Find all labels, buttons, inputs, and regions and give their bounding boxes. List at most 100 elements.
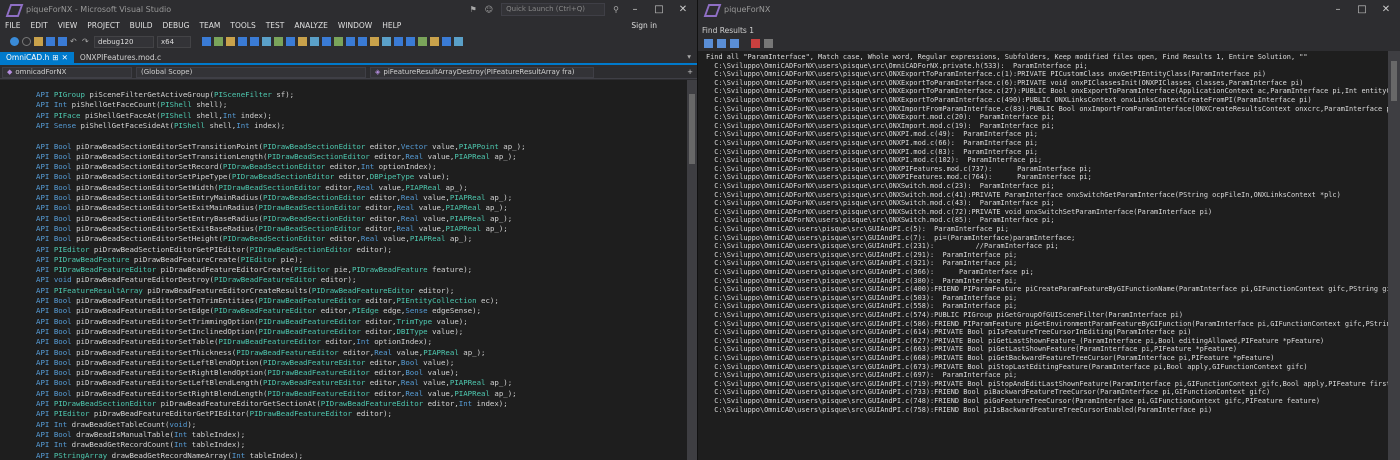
find-result-line[interactable]: C:\Sviluppo\OmniCAD\users\pisque\src\GUI… — [706, 406, 1212, 414]
find-result-line[interactable]: C:\Sviluppo\OmniCADForNX\users\pisque\sr… — [706, 199, 1054, 207]
toolbar-tool-icon[interactable] — [454, 37, 463, 46]
find-results-list[interactable]: Find all "ParamInterface", Match case, W… — [698, 51, 1388, 460]
find-result-line[interactable]: C:\Sviluppo\OmniCAD\users\pisque\src\GUI… — [706, 388, 1270, 396]
back-icon[interactable] — [10, 37, 19, 46]
find-result-line[interactable]: C:\Sviluppo\OmniCAD\users\pisque\src\GUI… — [706, 277, 1017, 285]
scrollbar-thumb[interactable] — [1391, 61, 1397, 101]
stop-find-icon[interactable] — [764, 39, 773, 48]
toolbar-tool-icon[interactable] — [310, 37, 319, 46]
code-line[interactable]: API Bool drawBeadIsManualTable(Int table… — [36, 430, 245, 440]
code-line[interactable]: API PIDrawBeadFeature piDrawBeadFeatureC… — [36, 255, 303, 265]
find-result-line[interactable]: C:\Sviluppo\OmniCAD\users\pisque\src\GUI… — [706, 311, 1183, 319]
code-line[interactable]: API Bool piDrawBeadSectionEditorSetExitB… — [36, 224, 508, 234]
menu-item[interactable]: FILE — [0, 21, 25, 30]
find-result-line[interactable]: Find all "ParamInterface", Match case, W… — [706, 53, 1308, 61]
find-result-line[interactable]: C:\Sviluppo\OmniCADForNX\users\pisque\sr… — [706, 122, 1054, 130]
find-result-line[interactable]: C:\Sviluppo\OmniCADForNX\users\pisque\sr… — [706, 105, 1388, 113]
code-line[interactable]: API Bool piDrawBeadSectionEditorSetRecor… — [36, 162, 437, 172]
find-result-line[interactable]: C:\Sviluppo\OmniCAD\users\pisque\src\GUI… — [706, 345, 1237, 353]
code-line[interactable]: API PIFeatureResultArray piDrawBeadFeatu… — [36, 286, 454, 296]
close-icon[interactable]: ✕ — [62, 53, 68, 62]
code-line[interactable]: API Bool piDrawBeadSectionEditorSetWidth… — [36, 183, 468, 193]
save-icon[interactable] — [46, 37, 55, 46]
global-scope-select[interactable]: (Global Scope) — [136, 66, 366, 78]
find-result-line[interactable]: C:\Sviluppo\OmniCADForNX\users\pisque\sr… — [706, 148, 1038, 156]
menu-item[interactable]: WINDOW — [333, 21, 377, 30]
toolbar-tool-icon[interactable] — [430, 37, 439, 46]
notification-flag-icon[interactable]: ⚑ — [470, 5, 477, 14]
toolbar-tool-icon[interactable] — [262, 37, 271, 46]
code-line[interactable]: API Bool piDrawBeadSectionEditorSetExitM… — [36, 203, 508, 213]
menu-item[interactable]: BUILD — [125, 21, 158, 30]
code-line[interactable]: API Bool piDrawBeadFeatureEditorSetLeftB… — [36, 358, 454, 368]
find-result-line[interactable]: C:\Sviluppo\OmniCADForNX\users\pisque\sr… — [706, 216, 1054, 224]
find-result-line[interactable]: C:\Sviluppo\OmniCADForNX\users\pisque\sr… — [706, 182, 1054, 190]
find-result-line[interactable]: C:\Sviluppo\OmniCAD\users\pisque\src\GUI… — [706, 397, 1320, 405]
find-result-line[interactable]: C:\Sviluppo\OmniCAD\users\pisque\src\GUI… — [706, 294, 1017, 302]
close-button[interactable]: ✕ — [675, 4, 691, 15]
tab-overflow-icon[interactable]: ▾ — [687, 52, 697, 63]
redo-icon[interactable]: ↷ — [82, 37, 91, 46]
code-line[interactable]: API Bool piDrawBeadSectionEditorSetHeigh… — [36, 234, 472, 244]
code-line[interactable]: API Bool piDrawBeadFeatureEditorSetTable… — [36, 337, 432, 347]
sign-in-link[interactable]: Sign in — [626, 21, 697, 30]
code-line[interactable]: API Bool piDrawBeadSectionEditorSetEntry… — [36, 193, 512, 203]
code-line[interactable]: API Bool piDrawBeadSectionEditorSetTrans… — [36, 152, 517, 162]
find-result-line[interactable]: C:\Sviluppo\OmniCADForNX\users\pisque\sr… — [706, 139, 1038, 147]
tab-onxpifeatures-mod-c[interactable]: ONXPIFeatures.mod.c — [74, 52, 167, 63]
find-result-line[interactable]: C:\Sviluppo\OmniCADForNX\users\pisque\sr… — [706, 62, 1087, 70]
find-result-line[interactable]: C:\Sviluppo\OmniCADForNX\users\pisque\sr… — [706, 70, 1266, 78]
menu-item[interactable]: HELP — [377, 21, 406, 30]
code-line[interactable]: API PIGroup piSceneFilterGetActiveGroup(… — [36, 90, 294, 100]
code-line[interactable]: API Int drawBeadGetTableCount(void); — [36, 420, 196, 430]
toolbar-tool-icon[interactable] — [274, 37, 283, 46]
find-result-line[interactable]: C:\Sviluppo\OmniCADForNX\users\pisque\sr… — [706, 79, 1303, 87]
maximize-button[interactable]: □ — [1354, 4, 1370, 15]
find-result-line[interactable]: C:\Sviluppo\OmniCAD\users\pisque\src\GUI… — [706, 234, 1075, 242]
code-line[interactable]: API Bool piDrawBeadFeatureEditorSetThick… — [36, 348, 486, 358]
find-result-line[interactable]: C:\Sviluppo\OmniCAD\users\pisque\src\GUI… — [706, 259, 1017, 267]
split-icon[interactable]: + — [687, 68, 697, 76]
go-to-location-icon[interactable] — [704, 39, 713, 48]
scrollbar-thumb[interactable] — [689, 94, 695, 164]
find-result-line[interactable]: C:\Sviluppo\OmniCAD\users\pisque\src\GUI… — [706, 302, 1017, 310]
toolbar-tool-icon[interactable] — [382, 37, 391, 46]
code-line[interactable]: API Bool piDrawBeadSectionEditorSetPipeT… — [36, 172, 450, 182]
menu-item[interactable]: EDIT — [25, 21, 52, 30]
find-result-line[interactable]: C:\Sviluppo\OmniCAD\users\pisque\src\GUI… — [706, 363, 1307, 371]
maximize-button[interactable]: □ — [651, 4, 667, 15]
toolbar-tool-icon[interactable] — [442, 37, 451, 46]
code-line[interactable]: API Bool piDrawBeadFeatureEditorSetRight… — [36, 389, 517, 399]
find-result-line[interactable]: C:\Sviluppo\OmniCADForNX\users\pisque\sr… — [706, 130, 1038, 138]
results-scrollbar[interactable] — [1388, 51, 1400, 460]
toolbar-tool-icon[interactable] — [358, 37, 367, 46]
menu-item[interactable]: PROJECT — [82, 21, 124, 30]
project-scope-select[interactable]: ◆ omnicadForNX — [2, 66, 132, 78]
find-result-line[interactable]: C:\Sviluppo\OmniCADForNX\users\pisque\sr… — [706, 113, 1054, 121]
menu-item[interactable]: TEST — [261, 21, 290, 30]
find-result-line[interactable]: C:\Sviluppo\OmniCAD\users\pisque\src\GUI… — [706, 268, 1033, 276]
code-line[interactable]: API Bool piDrawBeadFeatureEditorSetIncli… — [36, 327, 463, 337]
toolbar-tool-icon[interactable] — [418, 37, 427, 46]
code-line[interactable]: API Sense piShellGetFaceSideAt(PIShell s… — [36, 121, 285, 131]
find-result-line[interactable]: C:\Sviluppo\OmniCAD\users\pisque\src\GUI… — [706, 225, 1009, 233]
code-line[interactable]: API Int piShellGetFaceCount(PIShell shel… — [36, 100, 227, 110]
menu-item[interactable]: VIEW — [53, 21, 83, 30]
menu-item[interactable]: DEBUG — [157, 21, 194, 30]
find-result-line[interactable]: C:\Sviluppo\OmniCADForNX\users\pisque\sr… — [706, 87, 1388, 95]
pin-icon[interactable]: ⊞ — [52, 53, 58, 62]
feedback-icon[interactable]: ☺ — [485, 5, 493, 14]
toolbar-tool-icon[interactable] — [298, 37, 307, 46]
search-icon[interactable]: ⚲ — [613, 5, 619, 14]
toolbar-tool-icon[interactable] — [334, 37, 343, 46]
tab-omnicad-h[interactable]: OmniCAD.h ⊞ ✕ — [0, 52, 74, 63]
menu-item[interactable]: TOOLS — [225, 21, 260, 30]
code-line[interactable]: API Bool piDrawBeadFeatureEditorSetToTri… — [36, 296, 499, 306]
find-result-line[interactable]: C:\Sviluppo\OmniCAD\users\pisque\src\GUI… — [706, 354, 1274, 362]
menu-item[interactable]: TEAM — [194, 21, 225, 30]
editor-scrollbar[interactable] — [687, 80, 697, 460]
find-result-line[interactable]: C:\Sviluppo\OmniCADForNX\users\pisque\sr… — [706, 165, 1092, 173]
configuration-select[interactable]: debug120 — [94, 35, 154, 48]
code-line[interactable]: API void piDrawBeadFeatureEditorDestroy(… — [36, 275, 356, 285]
find-result-line[interactable]: C:\Sviluppo\OmniCAD\users\pisque\src\GUI… — [706, 285, 1388, 293]
